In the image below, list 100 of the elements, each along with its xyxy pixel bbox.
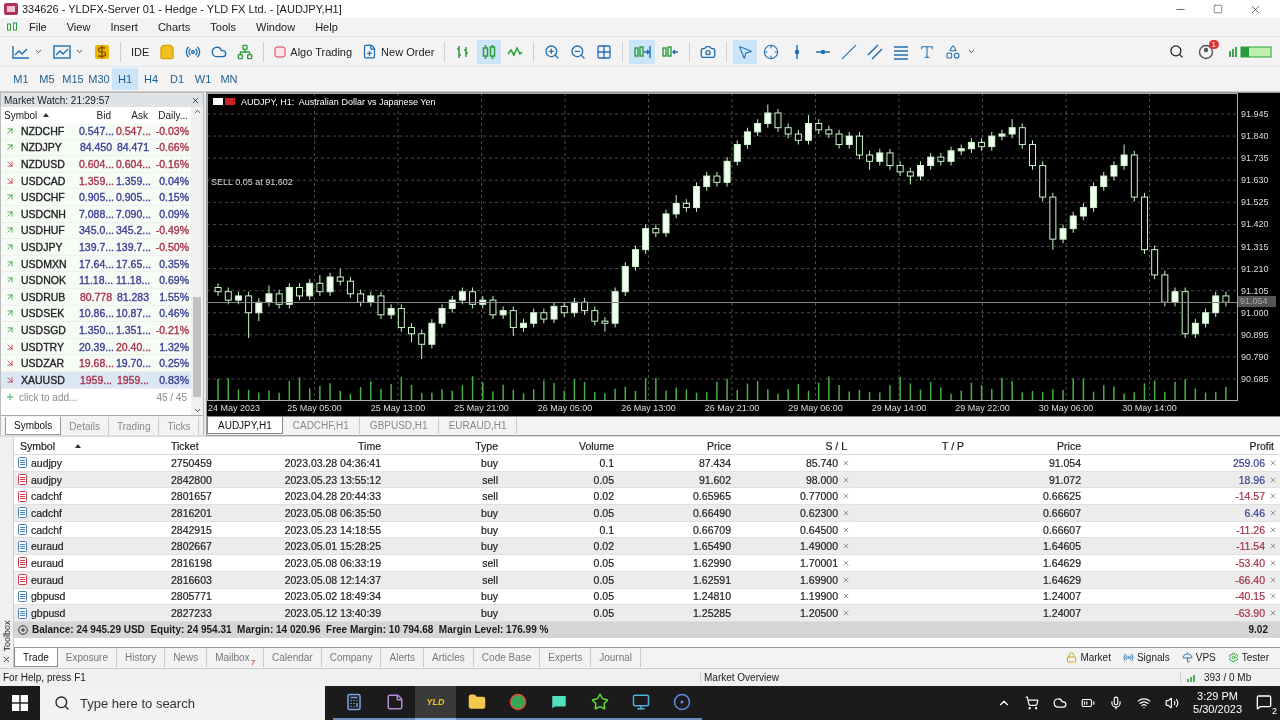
table-cell-text: 1.62990 — [692, 556, 732, 569]
ask-price: 1.351... — [115, 323, 151, 336]
panel-link[interactable]: VPS — [1176, 648, 1221, 667]
table-cell-text: 2816603 — [170, 573, 213, 586]
price-label: 91.735 — [1241, 153, 1269, 164]
daily-change: 0.35% — [158, 257, 190, 270]
toolbox-tab[interactable]: Alerts — [381, 648, 425, 667]
column-header[interactable]: Time — [270, 439, 387, 452]
table-cell-text: 0.66490 — [692, 506, 732, 519]
column-header[interactable]: Ticket — [165, 439, 270, 452]
new-order-button[interactable]: New Order — [358, 39, 439, 64]
time-label: 25 May 13:00 — [370, 403, 426, 413]
column-header[interactable]: Profit — [1087, 439, 1280, 452]
table-cell: audjpy — [31, 473, 62, 486]
menu-item[interactable]: File — [20, 21, 56, 33]
toolbox-tab[interactable]: Experts — [540, 648, 592, 667]
column-header[interactable]: Daily... — [151, 109, 191, 121]
panel-tab[interactable]: Symbols — [5, 417, 62, 435]
position-row[interactable]: audjpy 2750459 2023.03.28 04:36:41 buy 0.1 87.434 85.740 91.054 259.06 — [14, 455, 1280, 472]
menu-item[interactable]: Insert — [101, 21, 147, 33]
column-header[interactable]: Ask — [114, 109, 151, 121]
position-row[interactable]: gbpusd 2827233 2023.05.12 13:40:39 buy 0.05 1.25285 1.20500 1.24007 -63.90 — [14, 605, 1280, 622]
table-cell-text: buy — [480, 506, 499, 519]
column-header[interactable]: Type — [387, 439, 504, 452]
chart-tab[interactable]: AUDJPY,H1 — [207, 417, 283, 434]
toolbox-tab[interactable]: Trade — [14, 648, 58, 667]
timeframe-button[interactable]: MN — [216, 68, 242, 90]
menu-item[interactable]: Tools — [201, 21, 245, 33]
symbol-row[interactable]: USDCHF 0.905... 0.905... 0.15% — [1, 189, 191, 206]
toolbox-tab[interactable]: Articles — [424, 648, 474, 667]
menu-item[interactable]: Charts — [148, 21, 200, 33]
table-cell: 0.64500 — [800, 523, 838, 536]
timeframe-button[interactable]: W1 — [190, 68, 216, 90]
column-header[interactable]: Bid — [77, 109, 114, 121]
symbol-row[interactable]: USDNOK 11.18... 11.18... 0.69% — [1, 272, 191, 289]
column-header[interactable]: S / L — [737, 439, 853, 452]
ask-price: 0.905... — [115, 191, 151, 204]
column-header[interactable]: Symbol — [1, 109, 77, 121]
symbol-name: USDCHF — [20, 191, 66, 204]
column-header[interactable]: T / P — [853, 439, 970, 452]
panel-link[interactable]: Signals — [1117, 648, 1175, 667]
table-cell: euraud — [31, 556, 64, 569]
menu-item[interactable]: View — [57, 21, 100, 33]
column-header[interactable]: Volume — [504, 439, 620, 452]
table-cell-text: 0.66625 — [1042, 490, 1082, 503]
toolbox-tab[interactable]: Code Base — [473, 648, 541, 667]
column-header[interactable]: Price — [620, 439, 737, 452]
position-row[interactable]: cadchf 2816201 2023.05.08 06:35:50 buy 0.05 0.66490 0.62300 0.66607 6.46 — [14, 505, 1280, 522]
symbol-name: NZDJPY — [20, 141, 63, 154]
chart-title: AUDJPY, H1: Australian Dollar vs Japanese Yen — [241, 97, 436, 107]
search-field[interactable]: Type here to search — [40, 686, 325, 720]
toolbox-tab[interactable]: News — [165, 648, 208, 667]
add-symbol-link[interactable]: click to add... — [19, 391, 78, 403]
timeframe-button[interactable]: H1 — [112, 68, 138, 90]
table-cell: cadchf — [31, 490, 62, 503]
symbol-name: USDNOK — [20, 274, 67, 287]
symbol-name: USDSEK — [20, 307, 66, 320]
table-cell-text: sell — [481, 490, 499, 503]
column-header[interactable]: Price — [970, 439, 1087, 452]
column-header[interactable]: Symbol — [14, 439, 165, 452]
position-row[interactable]: euraud 2816198 2023.05.08 06:33:19 sell 0.05 1.62990 1.70001 1.64629 -53.40 — [14, 555, 1280, 572]
clock[interactable]: 3:29 PM 5/30/2023 — [1193, 690, 1242, 716]
toolbox-tab[interactable]: History — [117, 648, 166, 667]
ask-price: 0.604... — [115, 158, 151, 170]
timeframe-button[interactable]: H4 — [138, 68, 164, 90]
symbol-row[interactable]: USDSGD 1.350... 1.351... -0.21% — [1, 322, 191, 339]
daily-change: 0.46% — [158, 307, 190, 320]
toolbox-label[interactable]: Toolbox — [1, 620, 12, 652]
trading-terminal-button[interactable]: YLD — [415, 686, 456, 720]
symbol-row[interactable]: NZDUSD 0.604... 0.604... -0.16% — [1, 156, 191, 173]
symbol-count: 45 / 45 — [156, 391, 187, 403]
algo-trading-button[interactable]: Algo Trading — [270, 39, 357, 64]
timeframe-button[interactable]: M30 — [86, 68, 112, 90]
ide-button[interactable]: IDE — [127, 39, 154, 64]
symbol-name: NZDCHF — [20, 124, 66, 137]
daily-change: -0.49% — [154, 224, 190, 237]
symbol-row[interactable]: USDZAR 19.68... 19.70... 0.25% — [1, 355, 191, 372]
time-label: 26 May 21:00 — [704, 403, 760, 413]
bid-price: 345.0... — [78, 224, 114, 237]
panel-link[interactable]: Tester — [1222, 648, 1274, 667]
panel-link[interactable]: Market — [1061, 648, 1116, 667]
toolbox-tab[interactable]: Calendar — [264, 648, 322, 667]
profit-value: -14.57 — [1235, 490, 1265, 503]
daily-change: 0.15% — [158, 191, 190, 204]
timeframe-button[interactable]: D1 — [164, 68, 190, 90]
position-row[interactable]: euraud 2802667 2023.05.01 15:28:25 buy 0.02 1.65490 1.49000 1.64605 -11.54 — [14, 538, 1280, 556]
timeframe-button[interactable]: M1 — [8, 68, 34, 90]
toolbox-tab[interactable]: Journal — [591, 648, 642, 667]
toolbox-tab[interactable]: Exposure — [57, 648, 117, 667]
timeframe-button[interactable]: M15 — [60, 68, 86, 90]
timeframe-button[interactable]: M5 — [34, 68, 60, 90]
profit-value: -53.40 — [1235, 556, 1265, 569]
table-cell-text: 2827233 — [170, 607, 213, 620]
symbol-row[interactable]: USDJPY 139.7... 139.7... -0.50% — [1, 239, 191, 256]
symbol-name: XAUUSD — [20, 373, 66, 386]
menu-item[interactable]: Help — [306, 21, 347, 33]
symbol-row[interactable]: NZDCHF 0.547... 0.547... -0.03% — [1, 123, 191, 140]
toolbox-tab[interactable]: Company — [321, 648, 382, 667]
position-row[interactable]: cadchf 2801657 2023.04.28 20:44:33 sell 0.02 0.65965 0.77000 0.66625 -14.57 — [14, 488, 1280, 506]
menu-item[interactable]: Window — [247, 21, 305, 33]
